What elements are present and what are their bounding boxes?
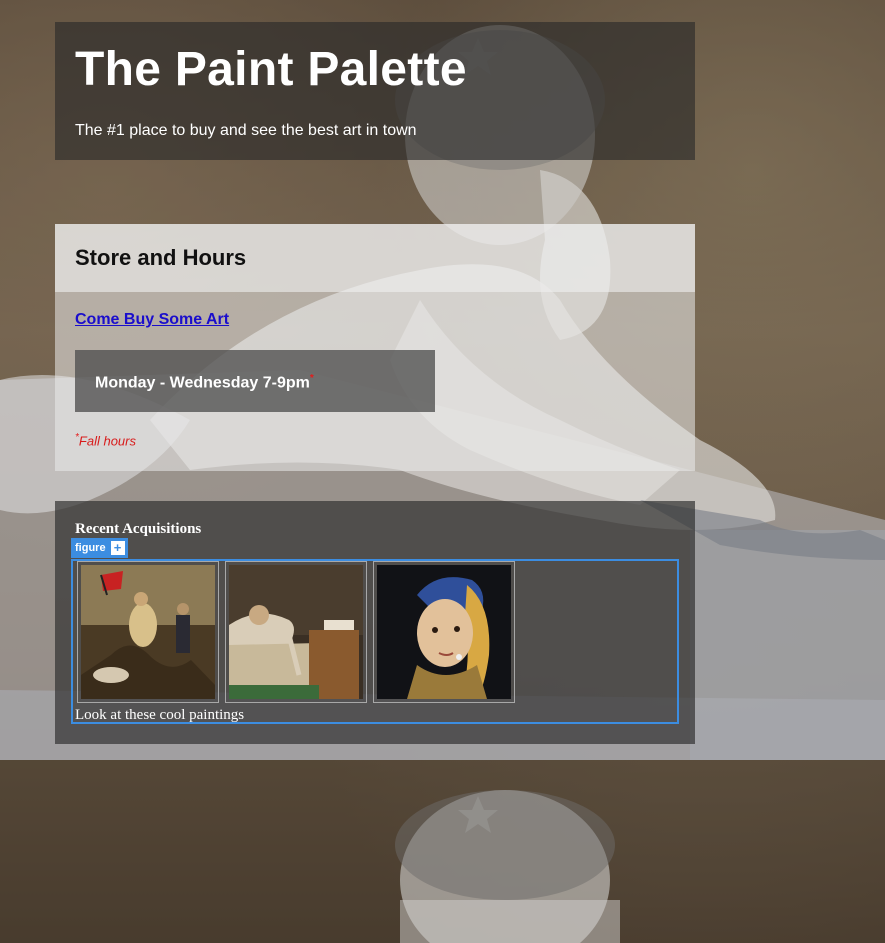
hours-box: Monday - Wednesday 7-9pm* — [75, 350, 435, 412]
figure-tag-label: figure — [75, 542, 106, 554]
liberty-painting-image — [81, 565, 215, 699]
site-title: The Paint Palette — [75, 43, 467, 96]
painting-thumbnail-3[interactable] — [373, 561, 515, 703]
hours-text: Monday - Wednesday 7-9pm* — [95, 373, 314, 392]
recent-acquisitions-title: Recent Acquisitions — [75, 521, 202, 537]
figure-caption: Look at these cool paintings — [75, 707, 245, 723]
buy-art-link[interactable]: Come Buy Some Art — [75, 311, 229, 329]
painting-thumbnail-2[interactable] — [225, 561, 367, 703]
store-section-header: Store and Hours — [55, 224, 695, 292]
store-section-title: Store and Hours — [75, 245, 247, 270]
add-icon[interactable]: + — [110, 541, 125, 555]
figure-selection-tag[interactable]: figure + — [71, 538, 128, 558]
hours-value: Monday - Wednesday 7-9pm — [95, 374, 310, 392]
marat-painting-image — [229, 565, 363, 699]
hours-asterisk: * — [309, 373, 314, 384]
pearl-earring-painting-image — [377, 565, 511, 699]
store-hours-section: Store and Hours Come Buy Some Art Monday… — [55, 224, 695, 471]
recent-acquisitions-section: Recent Acquisitions figure + Look at the… — [55, 501, 695, 744]
footnote-text: Fall hours — [78, 433, 136, 449]
paintings-figure[interactable]: Look at these cool paintings — [71, 559, 679, 724]
site-tagline: The #1 place to buy and see the best art… — [75, 122, 417, 139]
painting-thumbnail-1[interactable] — [77, 561, 219, 703]
site-header: The Paint Palette The #1 place to buy an… — [55, 22, 695, 160]
footnote: *Fall hours — [75, 432, 136, 448]
